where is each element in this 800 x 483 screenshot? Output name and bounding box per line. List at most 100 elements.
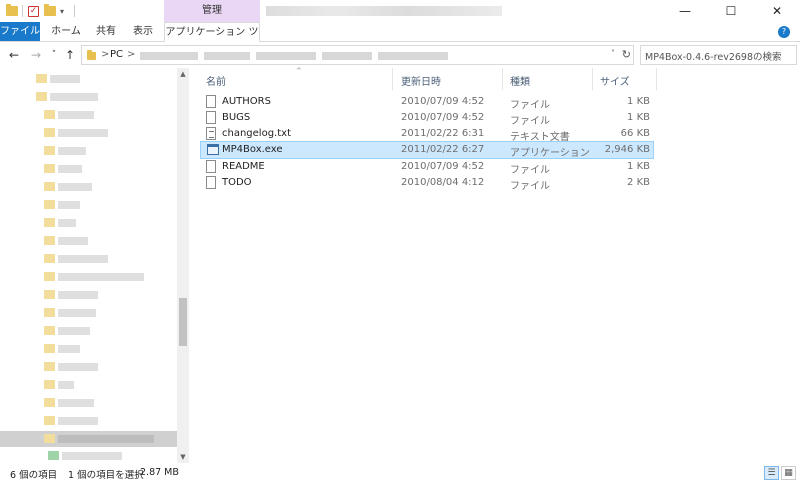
file-row[interactable]: README 2010/07/09 4:52 ファイル 1 KB <box>200 159 654 176</box>
help-icon[interactable]: ? <box>778 26 790 38</box>
address-bar[interactable]: > PC > ˅ ↻ <box>81 45 634 65</box>
window-title-blurred <box>266 6 502 16</box>
tree-item[interactable] <box>0 270 177 284</box>
breadcrumb-blurred[interactable] <box>256 52 316 60</box>
tree-item[interactable] <box>0 396 177 410</box>
document-icon <box>206 176 216 189</box>
file-date: 2010/07/09 4:52 <box>401 96 485 107</box>
text-file-icon <box>206 127 216 140</box>
ribbon-tabs: ファイル ホーム 共有 表示 アプリケーション ツール ? <box>0 22 800 57</box>
file-size: 1 KB <box>627 112 650 123</box>
tab-file[interactable]: ファイル <box>0 22 40 41</box>
breadcrumb-separator[interactable]: > <box>101 49 109 60</box>
tab-share[interactable]: 共有 <box>88 22 124 41</box>
new-folder-icon[interactable] <box>44 4 56 18</box>
breadcrumb-blurred[interactable] <box>140 52 198 60</box>
tab-home[interactable]: ホーム <box>46 22 86 41</box>
forward-button[interactable]: → <box>28 47 44 63</box>
file-row[interactable]: BUGS 2010/07/09 4:52 ファイル 1 KB <box>200 110 654 127</box>
breadcrumb-separator[interactable]: > <box>127 49 135 60</box>
tree-item[interactable] <box>0 360 177 374</box>
tab-application-tools[interactable]: アプリケーション ツール <box>164 22 260 57</box>
scroll-down-icon[interactable]: ▼ <box>177 451 189 463</box>
tree-item[interactable] <box>0 108 177 122</box>
tree-item[interactable] <box>0 449 177 463</box>
large-icons-view-icon[interactable]: ▦ <box>781 466 796 480</box>
document-icon <box>206 160 216 173</box>
tree-item[interactable] <box>0 414 177 428</box>
tree-item[interactable] <box>0 162 177 176</box>
folder-icon <box>6 4 18 18</box>
scrollbar-thumb[interactable] <box>179 298 187 346</box>
file-name: changelog.txt <box>222 128 291 139</box>
tree-item[interactable] <box>0 324 177 338</box>
file-row-selected[interactable]: MP4Box.exe 2011/02/22 6:27 アプリケーション 2,94… <box>200 141 654 159</box>
breadcrumb-blurred[interactable] <box>204 52 250 60</box>
title-bar: ✓ ▾ 管理 — ☐ ✕ <box>0 0 800 22</box>
address-folder-icon <box>87 50 96 60</box>
tree-item[interactable] <box>0 342 177 356</box>
column-type[interactable]: 種類 <box>510 73 530 88</box>
address-row: ← → ˅ ↑ > PC > ˅ ↻ MP4Box-0.4.6-rev2698の… <box>0 42 800 68</box>
details-view-icon[interactable]: ☰ <box>764 466 779 480</box>
column-date[interactable]: 更新日時 <box>401 73 441 88</box>
file-date: 2010/07/09 4:52 <box>401 112 485 123</box>
column-size[interactable]: サイズ <box>600 73 630 88</box>
tree-item[interactable] <box>0 198 177 212</box>
tree-item[interactable] <box>0 252 177 266</box>
recent-locations-button[interactable]: ˅ <box>46 47 62 63</box>
tree-item-selected[interactable] <box>0 431 177 447</box>
file-name: BUGS <box>222 112 251 123</box>
customize-quick-access-icon[interactable]: ▾ <box>60 4 64 18</box>
file-row[interactable]: TODO 2010/08/04 4:12 ファイル 2 KB <box>200 175 654 192</box>
file-date: 2011/02/22 6:31 <box>401 128 485 139</box>
file-row[interactable]: AUTHORS 2010/07/09 4:52 ファイル 1 KB <box>200 94 654 111</box>
back-button[interactable]: ← <box>6 47 22 63</box>
file-size: 2 KB <box>627 177 650 188</box>
tab-view[interactable]: 表示 <box>126 22 160 41</box>
status-bar: 6 個の項目 1 個の項目を選択 2.87 MB ☰ ▦ <box>0 463 800 483</box>
scroll-up-icon[interactable]: ▲ <box>177 68 189 80</box>
tree-item[interactable] <box>0 180 177 194</box>
search-input[interactable]: MP4Box-0.4.6-rev2698の検索 <box>640 45 797 65</box>
tree-item[interactable] <box>0 288 177 302</box>
breadcrumb-pc[interactable]: PC <box>110 49 123 60</box>
breadcrumb-blurred[interactable] <box>322 52 372 60</box>
file-size: 1 KB <box>627 161 650 172</box>
tree-item[interactable] <box>0 72 177 86</box>
tree-item[interactable] <box>0 378 177 392</box>
tree-item[interactable] <box>0 306 177 320</box>
file-type: ファイル <box>510 181 550 192</box>
address-dropdown-icon[interactable]: ˅ <box>611 49 615 58</box>
tree-item[interactable] <box>0 144 177 158</box>
selection-count: 1 個の項目を選択 <box>68 470 144 481</box>
column-divider[interactable] <box>592 68 593 90</box>
properties-check-icon[interactable]: ✓ <box>28 4 39 18</box>
maximize-button[interactable]: ☐ <box>708 0 754 22</box>
breadcrumb-blurred[interactable] <box>378 52 448 60</box>
navigation-scrollbar[interactable]: ▲ ▼ <box>177 68 189 463</box>
up-button[interactable]: ↑ <box>62 47 78 63</box>
file-date: 2010/07/09 4:52 <box>401 161 485 172</box>
close-button[interactable]: ✕ <box>754 0 800 22</box>
navigation-pane: ▲ ▼ <box>0 68 190 463</box>
column-divider[interactable] <box>656 68 657 90</box>
tree-item[interactable] <box>0 90 177 104</box>
document-icon <box>206 111 216 124</box>
column-header-row: ^ 名前 更新日時 種類 サイズ <box>196 67 800 90</box>
column-divider[interactable] <box>392 68 393 90</box>
file-date: 2010/08/04 4:12 <box>401 177 485 188</box>
file-row[interactable]: changelog.txt 2011/02/22 6:31 テキスト文書 66 … <box>200 126 654 143</box>
sort-ascending-icon: ^ <box>296 67 302 75</box>
column-divider[interactable] <box>502 68 503 90</box>
tree-item[interactable] <box>0 126 177 140</box>
selection-size: 2.87 MB <box>140 467 179 478</box>
column-name[interactable]: 名前 <box>206 73 226 88</box>
tree-item[interactable] <box>0 234 177 248</box>
minimize-button[interactable]: — <box>662 0 708 22</box>
file-type: ファイル <box>510 165 550 176</box>
item-count: 6 個の項目 <box>10 470 58 481</box>
refresh-icon[interactable]: ↻ <box>622 48 631 61</box>
tree-item[interactable] <box>0 216 177 230</box>
file-name: README <box>222 161 265 172</box>
